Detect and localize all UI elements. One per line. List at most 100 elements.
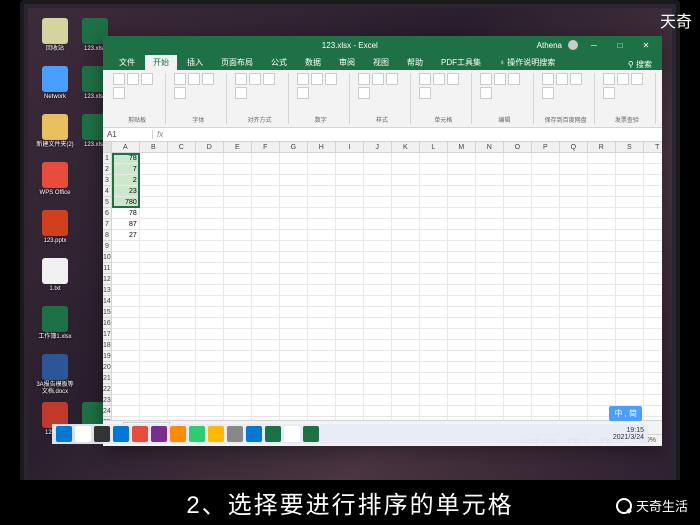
cell[interactable] bbox=[616, 164, 644, 175]
cell[interactable] bbox=[532, 318, 560, 329]
cell[interactable] bbox=[280, 153, 308, 164]
cell[interactable] bbox=[588, 197, 616, 208]
cell[interactable] bbox=[364, 208, 392, 219]
cell[interactable] bbox=[280, 417, 308, 420]
cell[interactable] bbox=[588, 307, 616, 318]
cell[interactable] bbox=[588, 164, 616, 175]
desktop[interactable]: 回收站123.xlsxNetwork123.xlsx新建文件夹(2)123.xl… bbox=[28, 8, 672, 489]
ribbon-tab[interactable]: 视图 bbox=[365, 55, 397, 70]
cell[interactable] bbox=[112, 252, 140, 263]
cell[interactable] bbox=[168, 406, 196, 417]
cell[interactable] bbox=[168, 153, 196, 164]
cell[interactable] bbox=[140, 373, 168, 384]
cell[interactable] bbox=[560, 318, 588, 329]
cell[interactable] bbox=[308, 406, 336, 417]
cell[interactable] bbox=[504, 329, 532, 340]
cell[interactable] bbox=[280, 395, 308, 406]
cell[interactable] bbox=[280, 175, 308, 186]
cell[interactable] bbox=[336, 197, 364, 208]
cell[interactable] bbox=[112, 241, 140, 252]
cell[interactable] bbox=[560, 230, 588, 241]
cell[interactable] bbox=[504, 230, 532, 241]
cell[interactable] bbox=[616, 241, 644, 252]
cell[interactable] bbox=[560, 219, 588, 230]
cell[interactable] bbox=[532, 219, 560, 230]
cell[interactable] bbox=[644, 219, 662, 230]
cell[interactable] bbox=[224, 153, 252, 164]
row-header[interactable]: 1 bbox=[103, 153, 111, 164]
cell[interactable] bbox=[280, 362, 308, 373]
cell[interactable] bbox=[364, 274, 392, 285]
cell[interactable]: 87 bbox=[112, 219, 140, 230]
cell[interactable] bbox=[448, 252, 476, 263]
cell[interactable] bbox=[532, 395, 560, 406]
cell[interactable] bbox=[336, 241, 364, 252]
cell[interactable] bbox=[392, 197, 420, 208]
cell[interactable] bbox=[420, 274, 448, 285]
cell[interactable] bbox=[588, 395, 616, 406]
cell[interactable] bbox=[168, 318, 196, 329]
column-header[interactable]: C bbox=[168, 142, 196, 153]
cell[interactable] bbox=[392, 153, 420, 164]
cell[interactable] bbox=[616, 307, 644, 318]
cell[interactable] bbox=[532, 208, 560, 219]
cell[interactable] bbox=[252, 186, 280, 197]
cell[interactable] bbox=[560, 175, 588, 186]
cell[interactable] bbox=[560, 296, 588, 307]
cell[interactable] bbox=[140, 285, 168, 296]
cell[interactable] bbox=[392, 318, 420, 329]
ribbon-button[interactable] bbox=[358, 73, 370, 85]
cell[interactable] bbox=[196, 164, 224, 175]
cell[interactable] bbox=[196, 395, 224, 406]
taskbar-icon[interactable] bbox=[208, 426, 224, 442]
cell[interactable] bbox=[280, 351, 308, 362]
cell[interactable] bbox=[224, 296, 252, 307]
cell[interactable] bbox=[504, 373, 532, 384]
cell[interactable] bbox=[252, 318, 280, 329]
cell[interactable] bbox=[308, 263, 336, 274]
row-header[interactable]: 11 bbox=[103, 263, 111, 274]
ribbon-tab[interactable]: 文件 bbox=[111, 55, 143, 70]
cell[interactable] bbox=[196, 384, 224, 395]
cell[interactable] bbox=[364, 417, 392, 420]
cell[interactable] bbox=[364, 384, 392, 395]
ribbon-button[interactable] bbox=[188, 73, 200, 85]
cell[interactable] bbox=[252, 153, 280, 164]
ribbon-button[interactable] bbox=[570, 73, 582, 85]
ribbon-button[interactable] bbox=[202, 73, 214, 85]
column-header[interactable]: I bbox=[336, 142, 364, 153]
cell[interactable]: 78 bbox=[112, 208, 140, 219]
row-header[interactable]: 13 bbox=[103, 285, 111, 296]
column-header[interactable]: N bbox=[476, 142, 504, 153]
cell[interactable] bbox=[364, 164, 392, 175]
cell[interactable] bbox=[476, 164, 504, 175]
cell[interactable] bbox=[504, 241, 532, 252]
cell[interactable] bbox=[196, 318, 224, 329]
cell[interactable] bbox=[504, 318, 532, 329]
cell[interactable] bbox=[196, 362, 224, 373]
ime-indicator[interactable]: 中 , 简 bbox=[609, 406, 642, 421]
taskbar-icon[interactable] bbox=[246, 426, 262, 442]
cell[interactable] bbox=[504, 274, 532, 285]
cell[interactable] bbox=[364, 230, 392, 241]
cell[interactable] bbox=[196, 230, 224, 241]
cell[interactable] bbox=[588, 230, 616, 241]
cell[interactable] bbox=[308, 307, 336, 318]
cell[interactable] bbox=[448, 153, 476, 164]
cell[interactable] bbox=[308, 252, 336, 263]
cell[interactable] bbox=[644, 340, 662, 351]
cell[interactable] bbox=[616, 252, 644, 263]
cell[interactable] bbox=[588, 263, 616, 274]
row-header[interactable]: 2 bbox=[103, 164, 111, 175]
cell[interactable] bbox=[252, 329, 280, 340]
cell[interactable] bbox=[252, 230, 280, 241]
cell[interactable] bbox=[420, 263, 448, 274]
cell[interactable] bbox=[644, 395, 662, 406]
user-avatar[interactable] bbox=[568, 40, 578, 50]
cell[interactable] bbox=[392, 274, 420, 285]
cell[interactable] bbox=[252, 197, 280, 208]
cell[interactable] bbox=[448, 318, 476, 329]
cell[interactable] bbox=[336, 318, 364, 329]
cell[interactable] bbox=[336, 263, 364, 274]
cell[interactable] bbox=[532, 340, 560, 351]
